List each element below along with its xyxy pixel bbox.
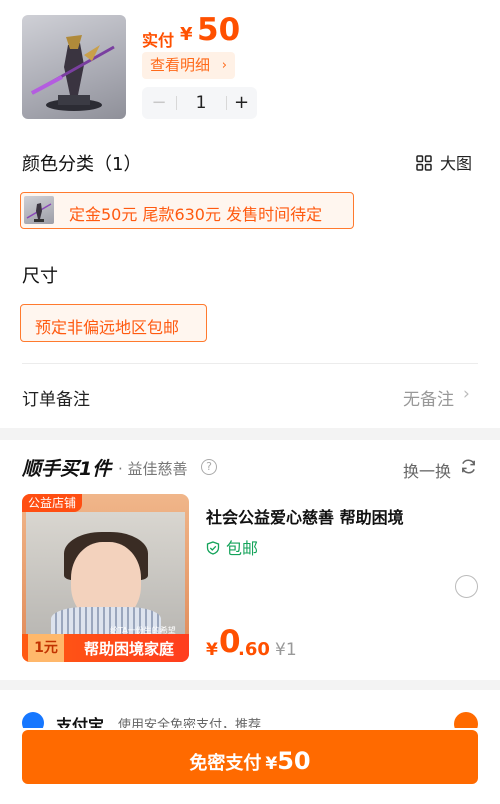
big-view-label: 大图 bbox=[440, 154, 473, 173]
color-option-label: 定金50元 尾款630元 发售时间待定 bbox=[69, 205, 323, 224]
decrease-button[interactable]: − bbox=[142, 87, 176, 119]
selected-check-icon[interactable] bbox=[454, 712, 478, 728]
figure-image bbox=[31, 35, 115, 111]
charity-partner: · 益佳慈善 bbox=[118, 460, 188, 478]
card-slogan: 帮助困境家庭 bbox=[84, 640, 175, 658]
payment-method-desc: 使用安全免密支付，推荐 bbox=[118, 718, 262, 728]
charity-price-decimal: .60 bbox=[238, 639, 270, 660]
grid-icon bbox=[416, 155, 432, 171]
child-photo bbox=[26, 512, 185, 647]
increase-button[interactable]: + bbox=[226, 87, 257, 119]
card-banner: 1元 帮助困境家庭 bbox=[22, 634, 189, 662]
color-section-title: 颜色分类（1） bbox=[22, 154, 142, 175]
divider bbox=[22, 363, 478, 364]
pay-button-label: 免密支付 bbox=[189, 753, 262, 774]
product-thumbnail[interactable] bbox=[22, 15, 126, 119]
section-separator bbox=[0, 680, 500, 690]
free-shipping-label: 包邮 bbox=[226, 539, 259, 558]
paid-label: 实付 bbox=[142, 31, 175, 50]
chevron-right-icon: › bbox=[221, 58, 227, 73]
paid-amount: 50 bbox=[197, 12, 241, 48]
big-view-button[interactable]: 大图 bbox=[416, 150, 472, 174]
charity-product-image[interactable]: 公益店铺 给TA一份生的希望 1元 帮助困境家庭 bbox=[22, 494, 189, 662]
option-thumbnail bbox=[24, 196, 54, 224]
free-shipping-badge: 包邮 bbox=[206, 535, 258, 559]
payment-method-name: 支付宝 bbox=[56, 716, 105, 728]
charity-shop-tag: 公益店铺 bbox=[22, 494, 83, 512]
charity-original-price: ¥1 bbox=[275, 640, 297, 660]
pay-button-amount: 50 bbox=[277, 747, 311, 775]
help-icon[interactable]: ? bbox=[201, 459, 217, 475]
refresh-icon[interactable] bbox=[459, 457, 478, 476]
size-option-label: 预定非偏远地区包邮 bbox=[35, 318, 180, 337]
payment-method-row[interactable]: 支付宝 使用安全免密支付，推荐 bbox=[22, 710, 478, 728]
charity-select-radio[interactable] bbox=[455, 575, 478, 598]
pay-button-currency: ¥ bbox=[265, 754, 278, 774]
view-details-label: 查看明细 bbox=[150, 56, 211, 74]
card-yuan-badge: 1元 bbox=[28, 634, 64, 662]
alipay-icon bbox=[22, 712, 44, 728]
chevron-right-icon[interactable]: › bbox=[463, 384, 470, 404]
order-note-value[interactable]: 无备注 bbox=[403, 385, 454, 410]
view-details-button[interactable]: 查看明细 › bbox=[142, 52, 235, 79]
section-separator bbox=[0, 428, 500, 440]
charity-brand: 顺手买1件 bbox=[22, 458, 112, 480]
charity-price-currency: ¥ bbox=[206, 640, 218, 660]
order-note-label: 订单备注 bbox=[22, 390, 90, 410]
shield-check-icon bbox=[206, 541, 220, 555]
quantity-stepper: − 1 + bbox=[142, 87, 257, 119]
size-section-title: 尺寸 bbox=[22, 266, 58, 287]
charity-product-title: 社会公益爱心慈善 帮助困境 bbox=[206, 508, 404, 527]
size-option-chip[interactable]: 预定非偏远地区包邮 bbox=[20, 304, 207, 342]
quantity-value[interactable]: 1 bbox=[176, 87, 226, 119]
paid-currency: ¥ bbox=[180, 24, 193, 45]
swap-button[interactable]: 换一换 bbox=[403, 458, 451, 482]
color-option-chip[interactable]: 定金50元 尾款630元 发售时间待定 bbox=[20, 192, 354, 229]
pay-button[interactable]: 免密支付 ¥50 bbox=[22, 730, 478, 784]
